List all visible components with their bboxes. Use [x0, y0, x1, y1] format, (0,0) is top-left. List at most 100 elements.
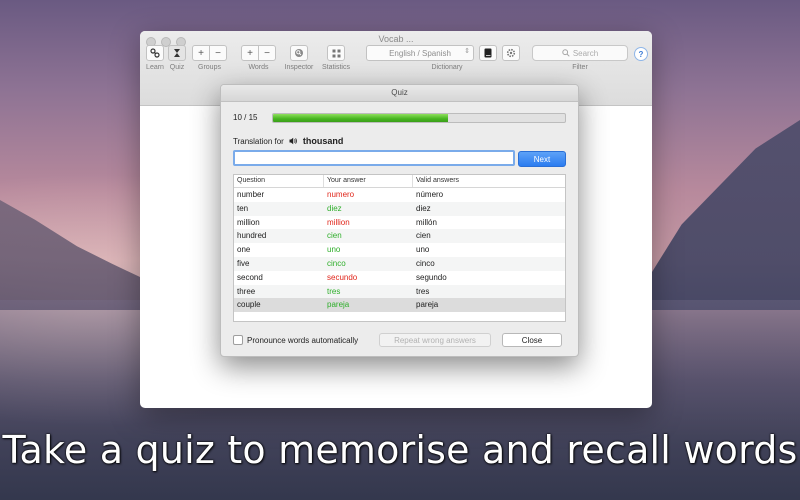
- words-segment: + −: [241, 45, 276, 61]
- question-cell: couple: [237, 300, 261, 310]
- answers-table: Question Your answer Valid answers numbe…: [233, 174, 566, 322]
- your-answer-cell: tres: [327, 286, 341, 296]
- translation-label: Translation for: [233, 136, 284, 146]
- your-answer-cell: million: [327, 217, 350, 227]
- progress-count: 10 / 15: [233, 113, 258, 122]
- dictionary-toolbar-item: English / Spanish ⇕ Dictionary: [366, 45, 528, 71]
- chevron-updown-icon: ⇕: [464, 48, 470, 55]
- learn-label: Learn: [146, 64, 164, 71]
- promo-caption: Take a quiz to memorise and recall words: [2, 428, 798, 472]
- pronounce-checkbox-row[interactable]: Pronounce words automatically: [233, 335, 358, 345]
- table-row[interactable]: hundred cien cien: [234, 229, 565, 244]
- question-cell: million: [237, 217, 260, 227]
- your-answer-cell: uno: [327, 245, 341, 255]
- learn-icon: [150, 48, 160, 58]
- groups-label: Groups: [198, 64, 221, 71]
- next-button[interactable]: Next: [518, 151, 566, 167]
- quiz-title: Quiz: [221, 85, 578, 102]
- table-row[interactable]: one uno uno: [234, 243, 565, 257]
- add-group-button[interactable]: +: [192, 45, 210, 61]
- filter-label: Filter: [572, 64, 588, 71]
- table-row[interactable]: three tres tres: [234, 284, 565, 299]
- remove-group-button[interactable]: −: [210, 45, 227, 61]
- quiz-button[interactable]: [168, 45, 186, 61]
- quiz-toolbar-item[interactable]: Quiz: [168, 45, 186, 71]
- your-answer-cell: cien: [327, 231, 342, 241]
- question-cell: hundred: [237, 231, 267, 241]
- hourglass-icon: [174, 49, 180, 57]
- table-row[interactable]: ten diez diez: [234, 201, 565, 216]
- progress-bar: [272, 113, 566, 123]
- repeat-wrong-answers-button[interactable]: Repeat wrong answers: [379, 333, 491, 347]
- window-title: Vocab ...: [378, 34, 414, 44]
- inspector-icon: [295, 49, 303, 57]
- your-answer-cell: secundo: [327, 272, 358, 282]
- valid-answer-cell: uno: [416, 245, 430, 255]
- question-cell: three: [237, 286, 256, 296]
- background-mountain-right: [652, 120, 800, 310]
- quiz-sheet: Quiz 10 / 15 Translation for thousand Ne…: [220, 84, 579, 357]
- valid-answer-cell: tres: [416, 286, 430, 296]
- filter-toolbar-item: Search Filter: [532, 45, 628, 71]
- table-row[interactable]: million million millón: [234, 216, 565, 230]
- column-header-valid-answers[interactable]: Valid answers: [413, 175, 563, 187]
- groups-segment: + −: [192, 45, 227, 61]
- table-row[interactable]: couple pareja pareja: [234, 298, 565, 313]
- statistics-toolbar-item[interactable]: Statistics: [319, 45, 353, 71]
- quiz-label: Quiz: [169, 64, 185, 71]
- your-answer-cell: pareja: [327, 300, 350, 310]
- learn-toolbar-item[interactable]: Learn: [146, 45, 164, 71]
- inspector-toolbar-item[interactable]: Inspector: [283, 45, 315, 71]
- translation-prompt: Translation for thousand: [233, 136, 343, 146]
- statistics-button[interactable]: [327, 45, 345, 61]
- inspector-button[interactable]: [290, 45, 308, 61]
- question-cell: ten: [237, 203, 249, 213]
- speaker-icon[interactable]: [289, 137, 298, 145]
- valid-answer-cell: pareja: [416, 300, 439, 310]
- close-button[interactable]: Close: [502, 333, 562, 347]
- valid-answer-cell: cinco: [416, 258, 435, 268]
- table-row[interactable]: five cinco cinco: [234, 256, 565, 271]
- quiz-word: thousand: [302, 136, 344, 146]
- help-button[interactable]: ?: [634, 47, 648, 61]
- background-mountain-left: [0, 200, 140, 310]
- table-header: Question Your answer Valid answers: [234, 175, 565, 188]
- column-header-question[interactable]: Question: [234, 175, 324, 187]
- pronounce-label: Pronounce words automatically: [247, 335, 359, 345]
- gear-icon: [506, 48, 516, 58]
- search-placeholder: Search: [572, 48, 599, 58]
- dictionary-book-button[interactable]: [479, 45, 497, 61]
- question-cell: five: [237, 258, 250, 268]
- table-row[interactable]: second secundo segundo: [234, 271, 565, 285]
- dictionary-select[interactable]: English / Spanish ⇕: [366, 45, 474, 61]
- learn-button[interactable]: [146, 45, 164, 61]
- valid-answer-cell: segundo: [416, 272, 447, 282]
- question-cell: one: [237, 245, 251, 255]
- search-field[interactable]: Search: [532, 45, 628, 61]
- question-cell: number: [237, 190, 265, 199]
- words-label: Words: [248, 64, 269, 71]
- book-icon: [484, 48, 492, 58]
- dictionary-value: English / Spanish: [389, 48, 451, 58]
- your-answer-cell: cinco: [327, 258, 346, 268]
- table-body: number numero número ten diez diez million mill…: [234, 188, 565, 313]
- valid-answer-cell: número: [416, 190, 444, 199]
- remove-word-button[interactable]: −: [259, 45, 276, 61]
- table-row[interactable]: number numero número: [234, 188, 565, 202]
- statistics-label: Statistics: [321, 64, 350, 71]
- grid-icon: [332, 49, 340, 57]
- column-header-your-answer[interactable]: Your answer: [324, 175, 413, 187]
- valid-answer-cell: cien: [416, 231, 431, 241]
- groups-toolbar-item: + − Groups: [192, 45, 227, 71]
- valid-answer-cell: millón: [416, 217, 437, 227]
- answer-input[interactable]: [233, 150, 515, 166]
- your-answer-cell: numero: [327, 190, 355, 199]
- your-answer-cell: diez: [327, 203, 342, 213]
- dictionary-label: Dictionary: [431, 64, 463, 71]
- progress-bar-fill: [273, 114, 449, 122]
- valid-answer-cell: diez: [416, 203, 431, 213]
- words-toolbar-item: + − Words: [241, 45, 276, 71]
- pronounce-checkbox[interactable]: [233, 335, 243, 345]
- dictionary-settings-button[interactable]: [502, 45, 520, 61]
- add-word-button[interactable]: +: [241, 45, 259, 61]
